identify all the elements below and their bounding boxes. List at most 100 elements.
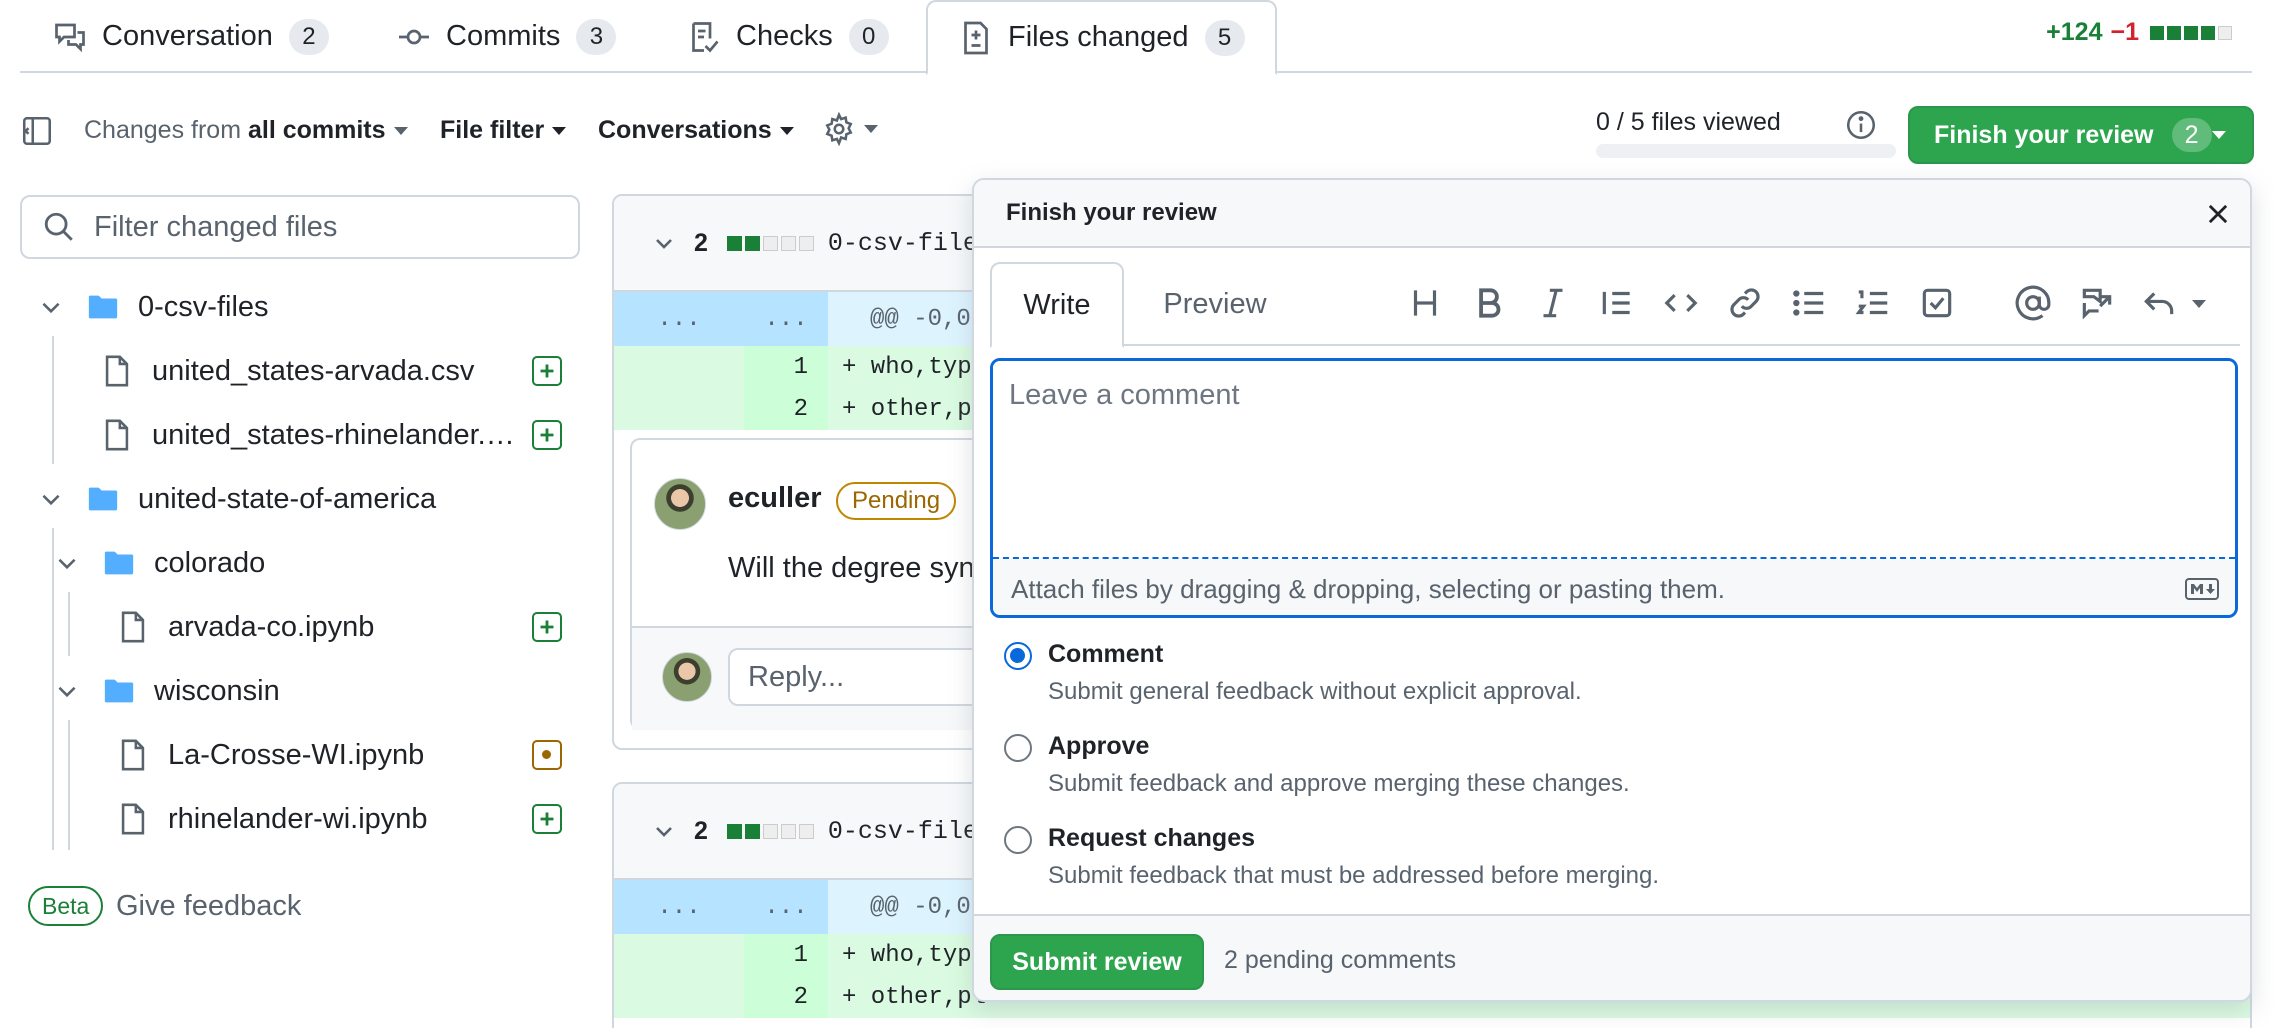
unordered-list-icon[interactable] bbox=[1790, 284, 1828, 322]
heading-icon[interactable] bbox=[1406, 284, 1444, 322]
pending-comments-count: 2 pending comments bbox=[1224, 946, 1457, 974]
diff-stat-bar bbox=[724, 235, 814, 251]
folder-icon bbox=[104, 679, 134, 703]
tree-item-label: 0-csv-files bbox=[138, 290, 269, 323]
tree-file-united-states-rhinelander[interactable]: united_states-rhinelander.… bbox=[100, 410, 515, 460]
ordered-list-icon[interactable] bbox=[1854, 284, 1892, 322]
mention-icon[interactable] bbox=[2014, 284, 2052, 322]
tree-folder-colorado[interactable]: colorado bbox=[54, 538, 265, 588]
tree-item-label: wisconsin bbox=[154, 674, 280, 707]
expand-down-button[interactable]: ... bbox=[744, 880, 828, 934]
tab-write[interactable]: Write bbox=[990, 262, 1124, 348]
tab-conversation-label: Conversation bbox=[102, 20, 273, 52]
link-icon[interactable] bbox=[1726, 284, 1764, 322]
expand-up-button[interactable]: ... bbox=[614, 880, 744, 934]
avatar[interactable] bbox=[654, 478, 706, 530]
folder-icon bbox=[104, 551, 134, 575]
sidebar-toggle-icon[interactable] bbox=[20, 114, 54, 148]
bold-icon[interactable] bbox=[1470, 284, 1508, 322]
info-icon[interactable] bbox=[1844, 108, 1878, 142]
hunk-header: @@ -0,0 bbox=[870, 893, 971, 921]
changes-from-value: all commits bbox=[247, 116, 386, 144]
approve-radio[interactable] bbox=[1004, 734, 1032, 762]
code-line: + other,pl bbox=[842, 983, 987, 1011]
task-list-icon[interactable] bbox=[1918, 284, 1956, 322]
chevron-down-icon[interactable] bbox=[652, 819, 676, 843]
tab-preview[interactable]: Preview bbox=[1130, 262, 1300, 346]
expand-down-button[interactable]: ... bbox=[744, 292, 828, 346]
chevron-down-icon bbox=[779, 126, 794, 135]
file-filter-dropdown[interactable]: File filter bbox=[440, 116, 567, 145]
files-viewed-progress bbox=[1596, 144, 1896, 158]
file-modified-icon bbox=[532, 740, 562, 770]
tab-files-changed[interactable]: Files changed 5 bbox=[926, 0, 1277, 75]
comment-option-desc: Submit general feedback without explicit… bbox=[1048, 678, 1582, 705]
diff-filename[interactable]: 0-csv-file bbox=[828, 817, 978, 846]
diff-filename[interactable]: 0-csv-file bbox=[828, 229, 978, 258]
chevron-down-icon bbox=[864, 125, 878, 133]
line-number[interactable]: 2 bbox=[744, 388, 828, 430]
filter-changed-files-input[interactable]: Filter changed files bbox=[20, 195, 580, 259]
pr-tabs: Conversation 2 Commits 3 Checks 0 Files … bbox=[20, 0, 2252, 75]
hunk-header: @@ -0,0 bbox=[870, 305, 971, 333]
tab-checks-count: 0 bbox=[848, 18, 889, 55]
chevron-down-icon[interactable] bbox=[2192, 300, 2206, 308]
comment-author[interactable]: eculler bbox=[728, 482, 822, 515]
close-icon[interactable] bbox=[2204, 200, 2232, 228]
request-changes-radio[interactable] bbox=[1004, 826, 1032, 854]
give-feedback-link[interactable]: Give feedback bbox=[116, 886, 301, 926]
code-line: + other,pl bbox=[842, 395, 987, 423]
line-number[interactable]: 1 bbox=[744, 346, 828, 388]
attach-files-bar[interactable]: Attach files by dragging & dropping, sel… bbox=[993, 557, 2235, 615]
settings-dropdown[interactable] bbox=[822, 112, 878, 146]
file-added-icon bbox=[532, 420, 562, 450]
comment-textarea[interactable] bbox=[993, 361, 2235, 557]
tab-conversation-count: 2 bbox=[288, 18, 329, 55]
file-filter-label: File filter bbox=[440, 116, 545, 144]
tree-file-rhinelander-wi[interactable]: rhinelander-wi.ipynb bbox=[116, 794, 428, 844]
changes-from-dropdown[interactable]: Changes from all commits bbox=[84, 116, 408, 145]
finish-review-button[interactable]: Finish your review 2 bbox=[1908, 106, 2254, 164]
request-changes-option-label[interactable]: Request changes bbox=[1048, 824, 1255, 853]
tree-file-arvada-co[interactable]: arvada-co.ipynb bbox=[116, 602, 374, 652]
italic-icon[interactable] bbox=[1534, 284, 1572, 322]
approve-option-desc: Submit feedback and approve merging thes… bbox=[1048, 770, 1630, 797]
files-viewed-text: 0 / 5 files viewed bbox=[1596, 108, 1781, 136]
request-changes-option-desc: Submit feedback that must be addressed b… bbox=[1048, 862, 1660, 889]
diff-line-count: 2 bbox=[694, 228, 708, 257]
submit-review-button[interactable]: Submit review bbox=[990, 934, 1204, 990]
attach-files-hint: Attach files by dragging & dropping, sel… bbox=[1011, 573, 1725, 604]
tree-item-label: arvada-co.ipynb bbox=[168, 610, 375, 643]
tree-folder-wisconsin[interactable]: wisconsin bbox=[54, 666, 280, 716]
tree-guide bbox=[68, 592, 70, 656]
tree-folder-united-state-of-america[interactable]: united-state-of-america bbox=[38, 474, 436, 524]
conversations-dropdown[interactable]: Conversations bbox=[598, 116, 794, 145]
chevron-down-icon bbox=[2212, 131, 2226, 139]
tab-commits[interactable]: Commits 3 bbox=[396, 0, 617, 73]
tree-folder-0-csv-files[interactable]: 0-csv-files bbox=[38, 282, 269, 332]
expand-up-button[interactable]: ... bbox=[614, 292, 744, 346]
diffstat-bar bbox=[2147, 25, 2232, 40]
git-commit-icon bbox=[399, 29, 429, 44]
tab-checks[interactable]: Checks 0 bbox=[686, 0, 889, 73]
line-number[interactable]: 1 bbox=[744, 934, 828, 976]
finish-review-count: 2 bbox=[2171, 118, 2212, 152]
approve-option-label[interactable]: Approve bbox=[1048, 732, 1149, 761]
chevron-down-icon[interactable] bbox=[652, 231, 676, 255]
tree-file-united-states-arvada[interactable]: united_states-arvada.csv bbox=[100, 346, 474, 396]
quote-icon[interactable] bbox=[1598, 284, 1636, 322]
comment-editor: Attach files by dragging & dropping, sel… bbox=[990, 358, 2238, 618]
tree-file-la-crosse-wi[interactable]: La-Crosse-WI.ipynb bbox=[116, 730, 424, 780]
code-icon[interactable] bbox=[1662, 284, 1700, 322]
chevron-down-icon bbox=[58, 558, 76, 570]
cross-reference-icon[interactable] bbox=[2078, 284, 2116, 322]
comment-radio[interactable] bbox=[1004, 642, 1032, 670]
chevron-down-icon bbox=[393, 126, 408, 135]
tab-conversation[interactable]: Conversation 2 bbox=[52, 0, 329, 73]
filter-placeholder: Filter changed files bbox=[94, 210, 338, 243]
undo-icon[interactable] bbox=[2140, 284, 2178, 322]
line-number[interactable]: 2 bbox=[744, 976, 828, 1018]
search-icon bbox=[44, 212, 73, 241]
comment-option-label[interactable]: Comment bbox=[1048, 640, 1163, 669]
editor-tabs: Write Preview bbox=[990, 262, 2240, 348]
